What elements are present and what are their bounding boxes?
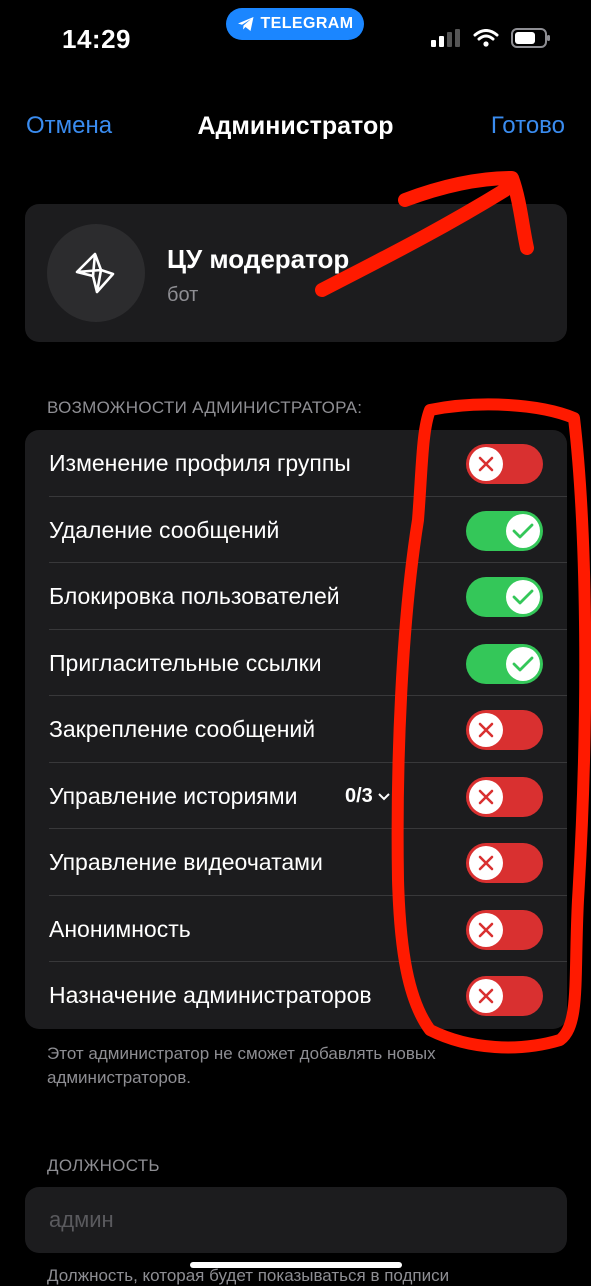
permission-label: Назначение администраторов [49, 982, 372, 1008]
permissions-header: ВОЗМОЖНОСТИ АДМИНИСТРАТОРА: [47, 398, 363, 417]
check-icon [512, 589, 534, 605]
permission-row-add-admins[interactable]: Назначение администраторов [25, 962, 567, 1029]
stories-counter[interactable]: 0/3 [345, 763, 391, 830]
chevron-down-icon [378, 792, 391, 800]
battery-icon [511, 28, 550, 48]
x-icon [478, 922, 494, 937]
permission-row-edit-profile[interactable]: Изменение профиля группы [25, 430, 567, 497]
permission-label: Блокировка пользователей [49, 583, 340, 609]
title-input-card [25, 1187, 567, 1253]
permission-row-invite-links[interactable]: Пригласительные ссылки [25, 630, 567, 696]
title-header: ДОЛЖНОСТЬ [47, 1156, 160, 1175]
invite-links-toggle[interactable] [466, 643, 543, 684]
done-button[interactable]: Готово [491, 112, 565, 140]
permission-row-manage-stories[interactable]: Управление историями 0/3 [25, 763, 567, 830]
telegram-icon [237, 17, 253, 31]
ban-users-toggle[interactable] [466, 577, 543, 617]
permission-row-pin-messages[interactable]: Закрепление сообщений [25, 696, 567, 763]
permission-label: Управление историями [49, 782, 298, 809]
status-time: 14:29 [62, 24, 131, 54]
x-icon [478, 722, 494, 738]
x-icon [478, 456, 494, 472]
permission-row-ban-users[interactable]: Блокировка пользователей [25, 563, 567, 630]
wifi-icon [473, 29, 499, 47]
delete-messages-toggle[interactable] [466, 510, 543, 551]
permission-row-anonymity[interactable]: Анонимность [25, 896, 567, 962]
x-icon [478, 789, 494, 804]
x-icon [478, 855, 494, 871]
permissions-list: Изменение профиля группы Удаление сообще… [25, 430, 567, 1029]
permission-label: Удаление сообщений [49, 516, 280, 543]
nav-bar: Отмена Администратор Готово [0, 100, 591, 152]
permission-label: Изменение профиля группы [49, 450, 351, 476]
status-bar: 14:29 TELEGRAM [0, 0, 591, 80]
permission-label: Анонимность [49, 915, 191, 942]
telegram-pill[interactable]: TELEGRAM [226, 8, 364, 40]
manage-videochats-toggle[interactable] [466, 843, 543, 883]
title-note: Должность, которая будет показываться в … [47, 1266, 450, 1285]
bot-card: ЦУ модератор бот [25, 204, 567, 342]
add-admins-toggle[interactable] [466, 976, 543, 1016]
permission-label: Пригласительные ссылки [49, 649, 322, 676]
permission-label: Управление видеочатами [49, 849, 323, 875]
check-icon [512, 523, 534, 538]
cellular-signal-icon [431, 29, 460, 47]
permissions-footer-note: Этот администратор не сможет добавлять н… [47, 1044, 436, 1087]
bot-subtitle: бот [167, 284, 199, 306]
telegram-pill-label: TELEGRAM [260, 15, 354, 32]
x-icon [478, 988, 494, 1004]
anonymity-toggle[interactable] [466, 909, 543, 950]
bot-logo-icon [75, 252, 115, 294]
home-indicator[interactable] [190, 1262, 402, 1268]
permission-row-manage-videochats[interactable]: Управление видеочатами [25, 829, 567, 896]
edit-profile-toggle[interactable] [466, 444, 543, 484]
check-icon [512, 656, 534, 671]
stories-counter-value: 0/3 [345, 784, 373, 807]
title-input[interactable] [49, 1187, 539, 1253]
pin-messages-toggle[interactable] [466, 710, 543, 750]
permission-row-delete-messages[interactable]: Удаление сообщений [25, 497, 567, 563]
avatar [47, 224, 145, 322]
manage-stories-toggle[interactable] [466, 776, 543, 817]
bot-name: ЦУ модератор [167, 244, 350, 274]
permission-label: Закрепление сообщений [49, 716, 316, 742]
